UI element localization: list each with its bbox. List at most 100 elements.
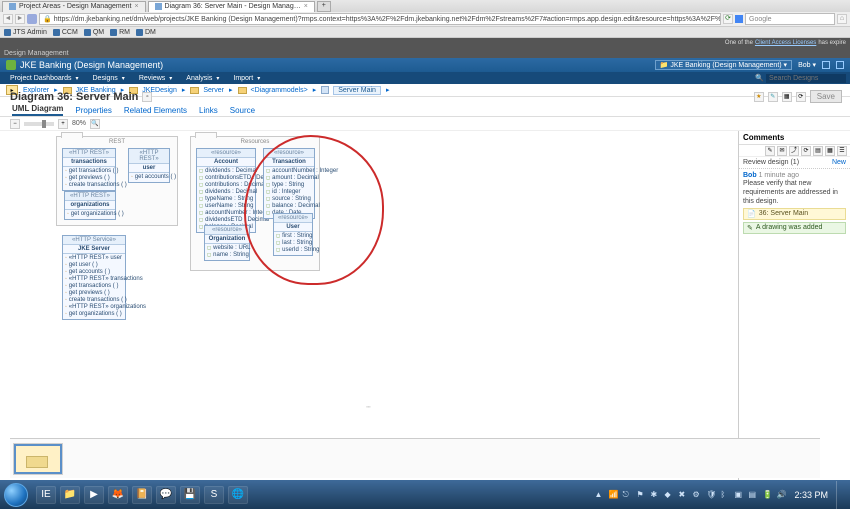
bookmark-item[interactable]: JTS Admin	[4, 29, 47, 36]
tray-icon[interactable]: ◆	[664, 490, 674, 500]
new-tab-button[interactable]: +	[317, 1, 331, 12]
browser-tab[interactable]: Project Areas - Design Management ×	[2, 1, 146, 12]
comment-attachment[interactable]: ✎ A drawing was added	[743, 222, 846, 234]
class-organizations-rest[interactable]: «HTTP REST» organizations get organizati…	[64, 191, 116, 220]
user-menu[interactable]: Bob ▾	[798, 61, 816, 69]
horizontal-splitter[interactable]: ▪▪▪	[0, 404, 737, 408]
tab-uml-diagram[interactable]: UML Diagram	[12, 104, 63, 116]
project-selector[interactable]: 📁 JKE Banking (Design Management) ▾	[655, 60, 792, 70]
menu-analysis[interactable]: Analysis	[180, 75, 225, 82]
toolbar-icon[interactable]: ⤴	[789, 146, 799, 156]
save-button[interactable]: Save	[810, 90, 842, 103]
help-icon[interactable]	[836, 61, 844, 69]
tray-icon[interactable]: 🛡	[706, 490, 716, 500]
zoom-value: 80%	[72, 120, 86, 127]
bookmark-item[interactable]: RM	[110, 29, 130, 36]
menu-designs[interactable]: Designs	[87, 75, 131, 82]
design-search[interactable]: 🔍	[755, 74, 846, 83]
menu-project-dashboards[interactable]: Project Dashboards	[4, 75, 85, 82]
search-input[interactable]	[766, 74, 846, 83]
system-tray: ▲ 📶 ⎋ ⚑ ✱ ◆ ✖ ⚙ 🛡 ᛒ ▣ ▤ 🔋 🔊 2:33 PM	[588, 481, 850, 509]
close-icon[interactable]: ×	[304, 3, 308, 10]
bookmark-icon	[110, 29, 117, 36]
tab-properties[interactable]: Properties	[75, 106, 111, 116]
menu-reviews[interactable]: Reviews	[133, 75, 178, 82]
class-user-rest[interactable]: «HTTP REST» user get accounts ( )	[128, 148, 170, 183]
document-header: Diagram 36: Server Main ▫ ★ ✎ ▦ ⟳ Save	[0, 87, 850, 105]
taskbar-app[interactable]: 💬	[156, 486, 176, 504]
tray-icon[interactable]: ⚑	[636, 490, 646, 500]
show-desktop-button[interactable]	[836, 481, 844, 509]
bluetooth-icon[interactable]: ᛒ	[720, 490, 730, 500]
tray-icon[interactable]: ✖	[678, 490, 688, 500]
taskbar-app[interactable]: 🦊	[108, 486, 128, 504]
class-transactions-rest[interactable]: «HTTP REST» transactions get transaction…	[62, 148, 116, 191]
bookmark-item[interactable]: DM	[136, 29, 156, 36]
forward-button[interactable]: ►	[15, 14, 25, 24]
toolbar-icon[interactable]: ⟳	[801, 146, 811, 156]
taskbar-app[interactable]: 🌐	[228, 486, 248, 504]
home-button[interactable]: ⌂	[837, 14, 847, 24]
address-bar[interactable]: 🔒https://dm.jkebanking.net/dm/web/projec…	[39, 13, 721, 25]
tray-icon[interactable]: ⎋	[622, 490, 632, 500]
tab-source[interactable]: Source	[230, 106, 255, 116]
browser-tab[interactable]: Diagram 36: Server Main - Design Manag… …	[148, 1, 315, 12]
tray-icon[interactable]: ▣	[734, 490, 744, 500]
comment-item[interactable]: Bob 1 minute ago Please verify that new …	[739, 169, 850, 237]
gear-icon[interactable]	[822, 61, 830, 69]
reload-button[interactable]: ⟳	[723, 14, 733, 24]
taskbar-clock[interactable]: 2:33 PM	[790, 490, 832, 500]
taskbar-app[interactable]: ▶	[84, 486, 104, 504]
class-organization[interactable]: «resource» Organization website : URL na…	[204, 225, 250, 261]
package-label: REST	[109, 139, 125, 145]
action-icon[interactable]: ⟳	[796, 92, 806, 102]
battery-icon[interactable]: 🔋	[762, 490, 772, 500]
action-icon[interactable]: ★	[754, 92, 764, 102]
tray-icon[interactable]: ▤	[748, 490, 758, 500]
network-icon[interactable]: 📶	[608, 490, 618, 500]
close-icon[interactable]: ×	[134, 3, 138, 10]
action-icon[interactable]: ✎	[768, 92, 778, 102]
browser-search-box[interactable]: Google	[745, 13, 835, 25]
taskbar-app[interactable]: S	[204, 486, 224, 504]
new-review-link[interactable]: New	[832, 159, 846, 166]
tray-icon[interactable]: ✱	[650, 490, 660, 500]
package-label: Resources	[241, 139, 270, 145]
comment-attachment[interactable]: 📄 36: Server Main	[743, 208, 846, 220]
zoom-tool-icon[interactable]: 🔍	[90, 119, 100, 129]
taskbar-app[interactable]: IE	[36, 486, 56, 504]
menu-import[interactable]: Import	[227, 75, 266, 82]
class-transaction[interactable]: «resource» Transaction accountNumber : I…	[263, 148, 315, 219]
volume-icon[interactable]: 🔊	[776, 490, 786, 500]
taskbar-app[interactable]: 📁	[60, 486, 80, 504]
class-account[interactable]: «resource» Account dividends : Decimal c…	[196, 148, 256, 233]
toolbar-icon[interactable]: ☰	[837, 146, 847, 156]
license-link[interactable]: Client Access Licenses	[755, 40, 816, 46]
title-tool-icon[interactable]: ▫	[142, 92, 152, 102]
tray-icon[interactable]: ⚙	[692, 490, 702, 500]
action-icon[interactable]: ▦	[782, 92, 792, 102]
tab-links[interactable]: Links	[199, 106, 218, 116]
tab-related-elements[interactable]: Related Elements	[124, 106, 187, 116]
zoom-out-icon[interactable]: −	[10, 119, 20, 129]
back-button[interactable]: ◄	[3, 14, 13, 24]
bookmark-item[interactable]: QM	[84, 29, 104, 36]
tab-favicon	[155, 3, 162, 10]
bookmark-item[interactable]: CCM	[53, 29, 78, 36]
toolbar-icon[interactable]: ✉	[777, 146, 787, 156]
taskbar-app[interactable]: 📔	[132, 486, 152, 504]
tray-icon[interactable]: ▲	[594, 490, 604, 500]
diagram-thumbnail[interactable]	[14, 444, 62, 474]
start-button[interactable]	[4, 483, 28, 507]
tab-title: Project Areas - Design Management	[19, 3, 131, 10]
toolbar-icon[interactable]: ▤	[813, 146, 823, 156]
diagram-canvas[interactable]: REST Resources «HTTP REST» transactions …	[0, 131, 738, 480]
zoom-in-icon[interactable]: +	[58, 119, 68, 129]
taskbar-app[interactable]: 💾	[180, 486, 200, 504]
bookmark-icon	[4, 29, 11, 36]
class-jke-server[interactable]: «HTTP Service» JKE Server «HTTP REST» us…	[62, 235, 126, 320]
toolbar-icon[interactable]: ▦	[825, 146, 835, 156]
class-user[interactable]: «resource» User first : String last : St…	[273, 213, 313, 256]
toolbar-icon[interactable]: ✎	[765, 146, 775, 156]
zoom-slider[interactable]	[24, 122, 54, 126]
